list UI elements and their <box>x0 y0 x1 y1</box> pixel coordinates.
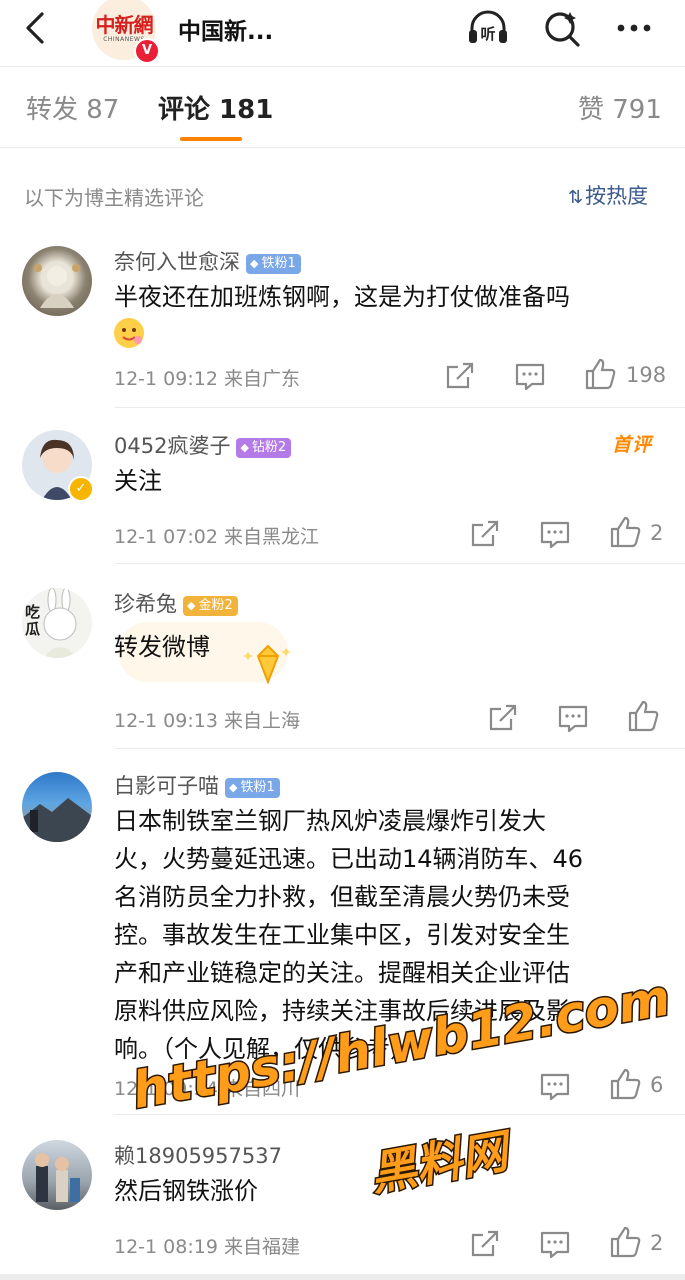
like-count: 2 <box>650 1231 664 1255</box>
comment-text: 关注 <box>114 467 162 495</box>
comment-username[interactable]: 奈何入世愈深 ◆ 铁粉1 <box>114 246 301 276</box>
like-icon[interactable] <box>625 698 661 734</box>
listen-label: 听 <box>480 25 495 43</box>
more-icon[interactable] <box>612 8 656 48</box>
tab-reposts[interactable]: 转发 87 <box>26 89 119 126</box>
sort-label: 按热度 <box>585 184 649 208</box>
like-count: 2 <box>650 521 664 545</box>
fan-badge: ◆ 铁粉1 <box>246 254 301 274</box>
comment-text-line: 名消防员全力扑救，但截至清晨火势仍未受 <box>114 883 570 911</box>
sort-by-hot-button[interactable]: ⇅按热度 <box>568 180 648 210</box>
diamond-icon: ◆ <box>240 441 249 454</box>
like-icon[interactable] <box>607 1066 643 1102</box>
gold-crown-icon <box>244 644 291 684</box>
share-icon[interactable] <box>442 358 478 394</box>
diamond-icon: ◆ <box>229 781 238 794</box>
comment-icon[interactable] <box>537 1068 573 1104</box>
comment-icon[interactable] <box>537 516 573 552</box>
like-icon[interactable] <box>607 1224 643 1260</box>
comment-username[interactable]: 0452疯婆子 ◆ 钻粉2 <box>114 430 292 460</box>
comment-text: 半夜还在加班炼钢啊，这是为打仗做准备吗 <box>114 283 570 311</box>
search-icon[interactable] <box>540 8 584 48</box>
chevron-left-icon[interactable] <box>18 10 54 46</box>
share-icon[interactable] <box>467 1226 503 1262</box>
avatar[interactable] <box>22 772 92 842</box>
comment-text-line: 控。事故发生在工业集中区，引发对安全生 <box>114 921 570 949</box>
like-count: 6 <box>650 1073 664 1097</box>
avatar-photo-icon <box>35 1153 80 1202</box>
comment-username[interactable]: 白影可子喵 ◆ 铁粉1 <box>114 770 280 800</box>
sort-icon: ⇅ <box>568 187 584 208</box>
comment-icon[interactable] <box>512 358 548 394</box>
comment-meta: 12-1 08:19 来自福建 <box>114 1236 300 1258</box>
comment-meta: 12-1 09:12 来自广东 <box>114 368 300 390</box>
comment-text-line: 日本制铁室兰钢厂热风炉凌晨爆炸引发大 <box>114 807 546 835</box>
comment-meta: 12-1 07:02 来自黑龙江 <box>114 526 319 548</box>
avatar[interactable] <box>22 1140 92 1210</box>
tab-comments[interactable]: 评论 181 <box>158 89 273 126</box>
featured-comments-caption: 以下为博主精选评论 <box>24 186 204 210</box>
diamond-icon: ◆ <box>187 599 196 612</box>
divider <box>114 748 685 749</box>
fan-badge: ◆ 金粉2 <box>183 596 238 616</box>
diamond-icon: ◆ <box>250 257 259 270</box>
comment-text-line: 火，火势蔓延迅速。已出动14辆消防车、46 <box>114 845 584 873</box>
comment-icon[interactable] <box>537 1226 573 1262</box>
verified-badge: ✓ <box>68 476 94 502</box>
listen-icon[interactable]: 听 <box>466 8 510 48</box>
account-name[interactable]: 中国新... <box>178 12 273 46</box>
like-icon[interactable] <box>607 514 643 550</box>
bottom-edge <box>0 1274 685 1280</box>
comment-meta: 12-1 09:13 来自上海 <box>114 710 300 732</box>
divider <box>114 407 685 408</box>
divider <box>114 1114 685 1115</box>
avatar-text: 吃瓜 <box>25 603 41 638</box>
comment-icon[interactable] <box>555 700 591 736</box>
like-count: 198 <box>626 363 667 387</box>
logo-text: 中新網 <box>95 13 154 37</box>
avatar[interactable]: 吃瓜 <box>22 588 92 658</box>
divider <box>114 563 685 564</box>
comment-username[interactable]: 珍希兔 ◆ 金粉2 <box>114 588 238 618</box>
share-icon[interactable] <box>467 516 503 552</box>
avatar[interactable] <box>22 246 92 316</box>
fan-badge: ◆ 铁粉1 <box>225 778 280 798</box>
share-icon[interactable] <box>485 700 521 736</box>
fan-badge: ◆ 钻粉2 <box>236 438 292 458</box>
first-comment-tag: 首评 <box>612 434 653 456</box>
emoji-icon <box>114 318 144 348</box>
tab-likes[interactable]: 赞 791 <box>578 89 662 126</box>
comment-username[interactable]: 赖18905957537 <box>114 1140 282 1170</box>
comment-text: 转发微博 <box>114 633 210 661</box>
top-bar: 中新網 CHINANEWS V 中国新... 听 <box>0 0 685 67</box>
avatar-landscape-icon <box>22 798 92 842</box>
avatar-figure-icon <box>34 264 80 308</box>
active-tab-indicator <box>180 137 242 141</box>
like-icon[interactable] <box>582 356 618 392</box>
verified-badge: V <box>134 38 160 64</box>
tab-bar: 转发 87 评论 181 赞 791 <box>0 67 685 148</box>
